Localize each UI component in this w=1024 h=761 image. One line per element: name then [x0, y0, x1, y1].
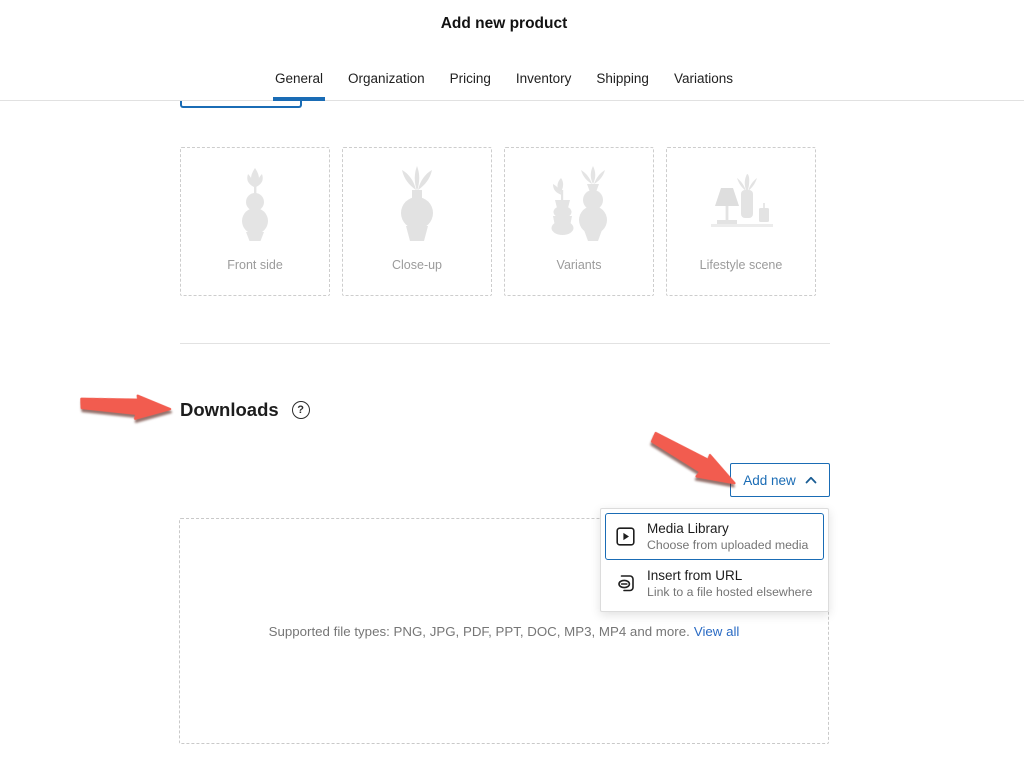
two-vases-illustration — [543, 164, 615, 242]
tab-variations[interactable]: Variations — [673, 61, 734, 100]
card-label: Close-up — [392, 258, 442, 272]
media-library-icon — [615, 526, 636, 547]
tab-organization[interactable]: Organization — [347, 61, 426, 100]
downloads-section-header: Downloads ? — [180, 399, 310, 421]
image-card-variants[interactable]: Variants — [504, 147, 654, 296]
menu-item-subtitle: Link to a file hosted elsewhere — [647, 585, 812, 599]
menu-item-title: Insert from URL — [647, 568, 812, 583]
image-card-close-up[interactable]: Close-up — [342, 147, 492, 296]
add-new-button[interactable]: Add new — [730, 463, 830, 497]
card-label: Front side — [227, 258, 283, 272]
tab-general[interactable]: General — [274, 61, 324, 100]
chevron-up-icon — [805, 476, 817, 484]
tab-shipping[interactable]: Shipping — [595, 61, 650, 100]
menu-item-media-library[interactable]: Media Library Choose from uploaded media — [605, 513, 824, 560]
tab-pricing[interactable]: Pricing — [449, 61, 492, 100]
image-card-lifestyle-scene[interactable]: Lifestyle scene — [666, 147, 816, 296]
supported-file-types-text: Supported file types: PNG, JPG, PDF, PPT… — [269, 624, 740, 639]
insert-url-icon — [615, 573, 636, 594]
image-card-front-side[interactable]: Front side — [180, 147, 330, 296]
product-image-placeholders: Front side Close-up — [180, 147, 816, 296]
menu-item-insert-from-url[interactable]: Insert from URL Link to a file hosted el… — [605, 560, 824, 607]
downloads-heading: Downloads — [180, 399, 279, 421]
add-new-dropdown-menu: Media Library Choose from uploaded media… — [600, 508, 829, 612]
view-all-link[interactable]: View all — [694, 624, 740, 639]
page-title: Add new product — [0, 0, 1016, 33]
help-icon[interactable]: ? — [292, 401, 310, 419]
menu-item-subtitle: Choose from uploaded media — [647, 538, 808, 552]
partially-scrolled-button[interactable] — [180, 100, 302, 108]
tab-inventory[interactable]: Inventory — [515, 61, 573, 100]
supported-text: Supported file types: PNG, JPG, PDF, PPT… — [269, 624, 690, 639]
section-divider — [180, 343, 830, 344]
arrow-to-downloads — [77, 389, 175, 426]
vase-closeup-illustration — [384, 164, 450, 242]
lifestyle-illustration — [703, 164, 779, 242]
page-header: Add new product General Organization Pri… — [0, 0, 1024, 101]
add-new-label: Add new — [743, 473, 796, 488]
card-label: Variants — [557, 258, 602, 272]
card-label: Lifestyle scene — [700, 258, 783, 272]
menu-item-title: Media Library — [647, 521, 808, 536]
tab-bar: General Organization Pricing Inventory S… — [0, 61, 1016, 100]
vase-front-illustration — [224, 164, 286, 242]
